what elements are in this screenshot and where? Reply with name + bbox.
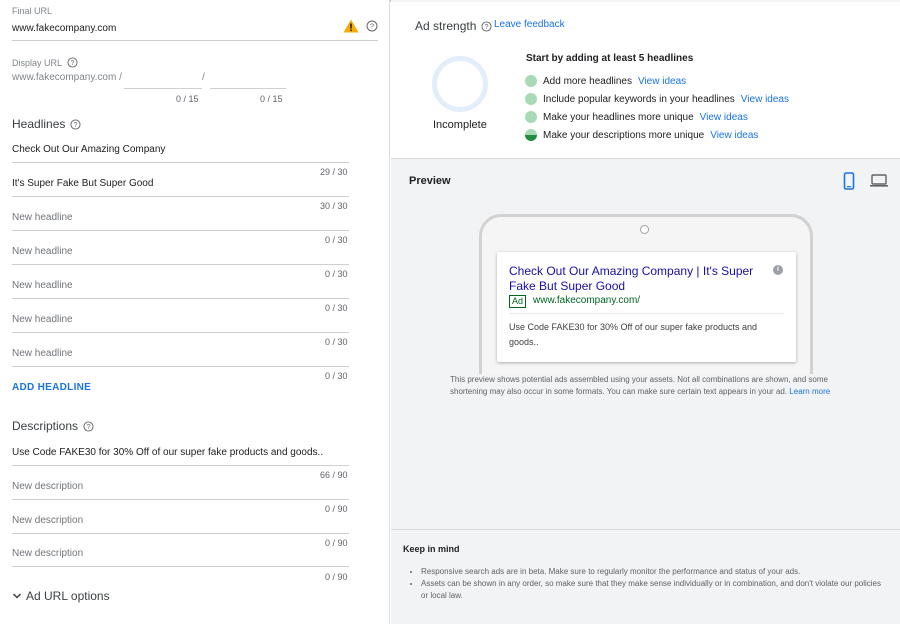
strength-tip: Include popular keywords in your headlin… [525,93,789,105]
headline-placeholder: New headline [12,280,73,291]
headline-input-1[interactable]: Check Out Our Amazing Company [12,139,349,163]
ad-card-divider [509,313,784,314]
ad-strength-ring [432,56,488,112]
ad-url-options-label: Ad URL options [26,589,110,603]
description-placeholder: New description [12,481,84,492]
preview-note-text: This preview shows potential ads assembl… [450,375,828,396]
help-circle-icon[interactable]: ? [67,57,78,68]
headline-value: Check Out Our Amazing Company [12,144,166,155]
ad-preview-description: Use Code FAKE30 for 30% Off of our super… [509,322,757,347]
headline-placeholder: New headline [12,314,73,325]
help-circle-icon[interactable]: ? [83,420,94,432]
strength-tips-title: Start by adding at least 5 headlines [526,53,694,64]
view-ideas-link[interactable]: View ideas [741,94,789,105]
tip-text: Make your headlines more unique [543,111,694,123]
final-url-input[interactable]: www.fakecompany.com ? [12,19,378,41]
ad-preview-panel: Ad strength ? Leave feedback Incomplete … [391,0,900,624]
display-url-label-row: Display URL ? [12,57,78,68]
preview-title: Preview [409,175,451,187]
tip-status-dot [525,129,537,141]
help-circle-icon[interactable]: ? [366,20,378,32]
display-url-path1-input[interactable] [124,70,202,89]
info-icon[interactable]: i [773,265,783,275]
headline-char-count: 0 / 30 [325,371,348,381]
headline-placeholder: New headline [12,212,73,223]
chevron-down-icon [12,593,22,599]
svg-text:?: ? [71,60,75,67]
headline-input-6[interactable]: New headline [12,309,349,333]
help-circle-icon[interactable]: ? [70,118,81,130]
tip-status-dot [525,75,537,87]
tip-text: Add more headlines [543,75,632,87]
view-ideas-link[interactable]: View ideas [710,130,758,141]
keep-in-mind-item: Assets can be shown in any order, so mak… [421,578,881,602]
display-url-path2-input[interactable] [210,70,286,89]
tip-text: Include popular keywords in your headlin… [543,93,735,105]
display-url-separator: / [202,72,205,83]
svg-text:?: ? [74,121,78,128]
description-placeholder: New description [12,515,84,526]
headline-placeholder: New headline [12,348,73,359]
ad-form-panel: Final URL www.fakecompany.com ? Display … [0,0,390,624]
description-input-3[interactable]: New description [12,510,349,534]
view-ideas-link[interactable]: View ideas [638,76,686,87]
description-input-2[interactable]: New description [12,476,349,500]
description-input-4[interactable]: New description [12,543,349,567]
headline-input-5[interactable]: New headline [12,275,349,299]
headline-input-2[interactable]: It's Super Fake But Super Good [12,173,349,197]
descriptions-title-row: Descriptions ? [12,419,94,433]
final-url-label: Final URL [12,6,53,16]
headline-input-3[interactable]: New headline [12,207,349,231]
ad-strength-card: Ad strength ? Leave feedback Incomplete … [391,2,900,159]
ad-strength-status: Incomplete [433,119,487,131]
warning-icon[interactable] [343,19,359,33]
svg-text:?: ? [485,23,489,30]
keep-in-mind-divider [391,529,900,530]
mobile-phone-icon[interactable] [843,172,855,190]
leave-feedback-link[interactable]: Leave feedback [494,19,565,30]
svg-text:?: ? [370,22,374,31]
ad-preview-card: Check Out Our Amazing Company | It's Sup… [497,252,796,362]
strength-tip: Make your headlines more unique View ide… [525,111,748,123]
descriptions-title: Descriptions [12,419,79,433]
description-value: Use Code FAKE30 for 30% Off of our super… [12,447,324,458]
ad-strength-title-row: Ad strength ? [415,19,492,33]
add-headline-button[interactable]: ADD HEADLINE [12,382,91,393]
phone-camera [640,225,649,234]
headline-input-4[interactable]: New headline [12,241,349,265]
final-url-value: www.fakecompany.com [12,23,117,34]
description-input-1[interactable]: Use Code FAKE30 for 30% Off of our super… [12,442,349,466]
display-url-label: Display URL [12,57,63,68]
keep-in-mind-list: Responsive search ads are in beta. Make … [421,566,881,602]
strength-tip: Add more headlines View ideas [525,75,686,87]
ad-preview-headline[interactable]: Check Out Our Amazing Company | It's Sup… [509,264,764,294]
svg-text:?: ? [87,423,91,430]
tip-status-dot [525,93,537,105]
ad-strength-title: Ad strength [415,19,477,33]
path2-char-count: 0 / 15 [260,94,283,104]
ad-badge: Ad [509,295,527,308]
preview-note: This preview shows potential ads assembl… [450,374,850,398]
headlines-title-row: Headlines ? [12,117,81,131]
path1-char-count: 0 / 15 [176,94,199,104]
ad-preview-url: www.fakecompany.com/ [533,295,641,306]
keep-in-mind-item: Responsive search ads are in beta. Make … [421,566,881,578]
keep-in-mind-title: Keep in mind [403,544,460,554]
description-placeholder: New description [12,548,84,559]
strength-tip: Make your descriptions more unique View … [525,129,758,141]
laptop-icon[interactable] [869,174,889,188]
headlines-title: Headlines [12,117,66,131]
view-ideas-link[interactable]: View ideas [700,112,748,123]
display-url-base: www.fakecompany.com / [12,72,122,83]
tip-text: Make your descriptions more unique [543,129,705,141]
description-char-count: 0 / 90 [325,572,348,582]
headline-value: It's Super Fake But Super Good [12,178,154,189]
headline-input-7[interactable]: New headline [12,343,349,367]
ad-url-options-toggle[interactable]: Ad URL options [12,589,110,603]
learn-more-link[interactable]: Learn more [789,387,830,396]
help-circle-icon[interactable]: ? [481,20,492,32]
tip-status-dot [525,111,537,123]
headline-placeholder: New headline [12,246,73,257]
